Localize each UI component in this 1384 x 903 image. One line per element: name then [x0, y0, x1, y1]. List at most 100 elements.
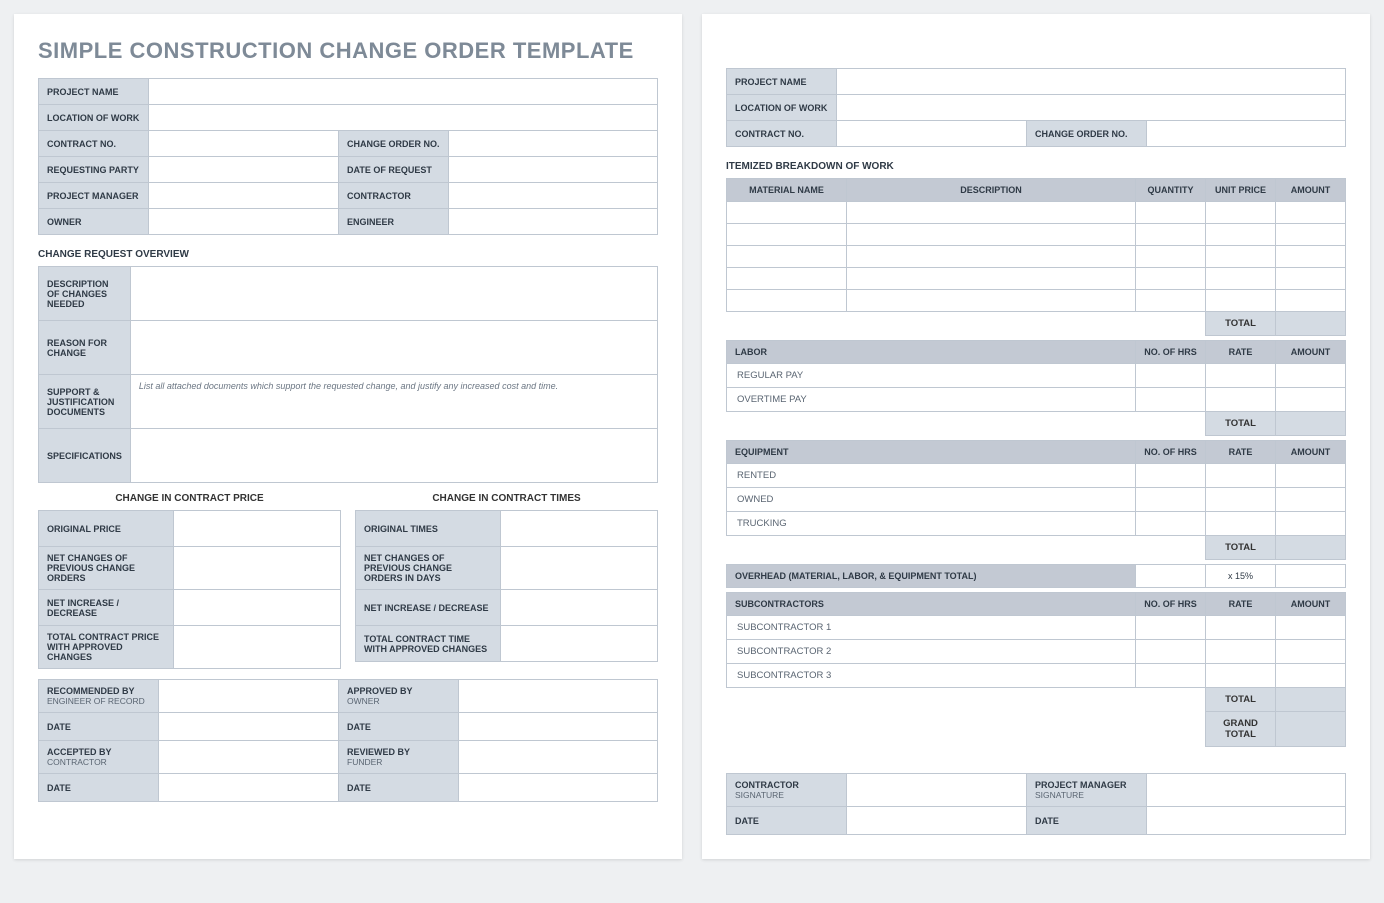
- input-date-1[interactable]: [159, 713, 339, 741]
- times-title: CHANGE IN CONTRACT TIMES: [355, 493, 658, 504]
- col-subs: SUBCONTRACTORS: [727, 593, 1136, 616]
- label-reason: REASON FOR CHANGE: [39, 321, 131, 375]
- input-pm[interactable]: [149, 183, 339, 209]
- labor-total: [1276, 412, 1346, 436]
- p2-input-project-name[interactable]: [837, 69, 1346, 95]
- label-contractor-sig-sub: SIGNATURE: [735, 790, 838, 800]
- input-desc-changes[interactable]: [130, 267, 657, 321]
- input-date-2[interactable]: [459, 713, 658, 741]
- label-change-order-no: CHANGE ORDER NO.: [339, 131, 449, 157]
- subs-total-label: TOTAL: [1206, 688, 1276, 712]
- row-owned: OWNED: [727, 488, 1136, 512]
- label-total-times: TOTAL CONTRACT TIME WITH APPROVED CHANGE…: [356, 626, 501, 662]
- label-date-p2-2: DATE: [1027, 807, 1147, 835]
- equipment-table: EQUIPMENT NO. OF HRS RATE AMOUNT RENTED …: [726, 440, 1346, 560]
- label-date-2: DATE: [339, 713, 459, 741]
- input-recommended-by[interactable]: [159, 680, 339, 713]
- grand-total: [1276, 712, 1346, 747]
- label-orig-price: ORIGINAL PRICE: [39, 511, 174, 547]
- label-date-request: DATE OF REQUEST: [339, 157, 449, 183]
- input-net-prev-times[interactable]: [501, 547, 658, 590]
- p2-info-table: PROJECT NAME LOCATION OF WORK CONTRACT N…: [726, 68, 1346, 147]
- input-date-p2-1[interactable]: [847, 807, 1027, 835]
- input-contractor-sig[interactable]: [847, 774, 1027, 807]
- input-requesting-party[interactable]: [149, 157, 339, 183]
- label-contractor: CONTRACTOR: [339, 183, 449, 209]
- label-engineer: ENGINEER: [339, 209, 449, 235]
- times-table: ORIGINAL TIMES NET CHANGES OF PREVIOUS C…: [355, 510, 658, 662]
- label-contractor-sub: CONTRACTOR: [47, 757, 150, 767]
- input-contractor[interactable]: [449, 183, 658, 209]
- p2-label-contract-no: CONTRACT NO.: [727, 121, 837, 147]
- label-requesting-party: REQUESTING PARTY: [39, 157, 149, 183]
- row-sub1: SUBCONTRACTOR 1: [727, 616, 1136, 640]
- label-pm-sig-sub: SIGNATURE: [1035, 790, 1138, 800]
- input-net-inc-price[interactable]: [174, 590, 341, 626]
- p2-input-change-order-no[interactable]: [1147, 121, 1346, 147]
- col-hrs-labor: NO. OF HRS: [1136, 341, 1206, 364]
- col-unit-price: UNIT PRICE: [1206, 179, 1276, 202]
- label-accepted-by: ACCEPTED BY: [47, 747, 150, 757]
- table-row: [727, 246, 1346, 268]
- page-title: SIMPLE CONSTRUCTION CHANGE ORDER TEMPLAT…: [38, 38, 658, 64]
- label-owner-sub: OWNER: [347, 696, 450, 706]
- input-total-price[interactable]: [174, 626, 341, 669]
- input-support-docs[interactable]: List all attached documents which suppor…: [130, 375, 657, 429]
- price-title: CHANGE IN CONTRACT PRICE: [38, 493, 341, 504]
- input-date-request[interactable]: [449, 157, 658, 183]
- p2-input-contract-no[interactable]: [837, 121, 1027, 147]
- signature-grid-p1: RECOMMENDED BYENGINEER OF RECORD APPROVE…: [38, 679, 658, 802]
- input-date-4[interactable]: [459, 774, 658, 802]
- subs-total: [1276, 688, 1346, 712]
- row-rented: RENTED: [727, 464, 1136, 488]
- input-change-order-no[interactable]: [449, 131, 658, 157]
- input-approved-by[interactable]: [459, 680, 658, 713]
- input-net-prev-price[interactable]: [174, 547, 341, 590]
- subs-table: SUBCONTRACTORS NO. OF HRS RATE AMOUNT SU…: [726, 592, 1346, 747]
- section-change-request-overview: CHANGE REQUEST OVERVIEW: [38, 249, 658, 260]
- label-pm-sig: PROJECT MANAGER: [1035, 780, 1138, 790]
- overhead-hrs[interactable]: [1136, 565, 1206, 588]
- overhead-rate: x 15%: [1206, 565, 1276, 588]
- price-times-section: CHANGE IN CONTRACT PRICE ORIGINAL PRICE …: [38, 493, 658, 669]
- p2-input-location[interactable]: [837, 95, 1346, 121]
- input-date-p2-2[interactable]: [1147, 807, 1346, 835]
- input-location[interactable]: [149, 105, 658, 131]
- col-equipment: EQUIPMENT: [727, 441, 1136, 464]
- table-row: TRUCKING: [727, 512, 1346, 536]
- input-contract-no[interactable]: [149, 131, 339, 157]
- materials-total: [1276, 312, 1346, 336]
- input-specs[interactable]: [130, 429, 657, 483]
- p2-label-location: LOCATION OF WORK: [727, 95, 837, 121]
- input-reviewed-by[interactable]: [459, 741, 658, 774]
- col-hrs-subs: NO. OF HRS: [1136, 593, 1206, 616]
- input-orig-times[interactable]: [501, 511, 658, 547]
- input-project-name[interactable]: [149, 79, 658, 105]
- row-regular-pay: REGULAR PAY: [727, 364, 1136, 388]
- col-amount-equip: AMOUNT: [1276, 441, 1346, 464]
- table-row: OVERTIME PAY: [727, 388, 1346, 412]
- row-sub2: SUBCONTRACTOR 2: [727, 640, 1136, 664]
- col-rate-labor: RATE: [1206, 341, 1276, 364]
- row-trucking: TRUCKING: [727, 512, 1136, 536]
- label-net-inc-times: NET INCREASE / DECREASE: [356, 590, 501, 626]
- grand-total-label: GRAND TOTAL: [1206, 712, 1276, 747]
- equip-total: [1276, 536, 1346, 560]
- input-orig-price[interactable]: [174, 511, 341, 547]
- col-rate-subs: RATE: [1206, 593, 1276, 616]
- input-engineer[interactable]: [449, 209, 658, 235]
- input-reason[interactable]: [130, 321, 657, 375]
- page-2: PROJECT NAME LOCATION OF WORK CONTRACT N…: [702, 14, 1370, 859]
- input-owner[interactable]: [149, 209, 339, 235]
- input-pm-sig[interactable]: [1147, 774, 1346, 807]
- input-total-times[interactable]: [501, 626, 658, 662]
- label-owner: OWNER: [39, 209, 149, 235]
- input-accepted-by[interactable]: [159, 741, 339, 774]
- label-reviewed-by: REVIEWED BY: [347, 747, 450, 757]
- label-contractor-sig: CONTRACTOR: [735, 780, 838, 790]
- row-overtime-pay: OVERTIME PAY: [727, 388, 1136, 412]
- materials-total-label: TOTAL: [1206, 312, 1276, 336]
- input-net-inc-times[interactable]: [501, 590, 658, 626]
- input-date-3[interactable]: [159, 774, 339, 802]
- overhead-amount[interactable]: [1276, 565, 1346, 588]
